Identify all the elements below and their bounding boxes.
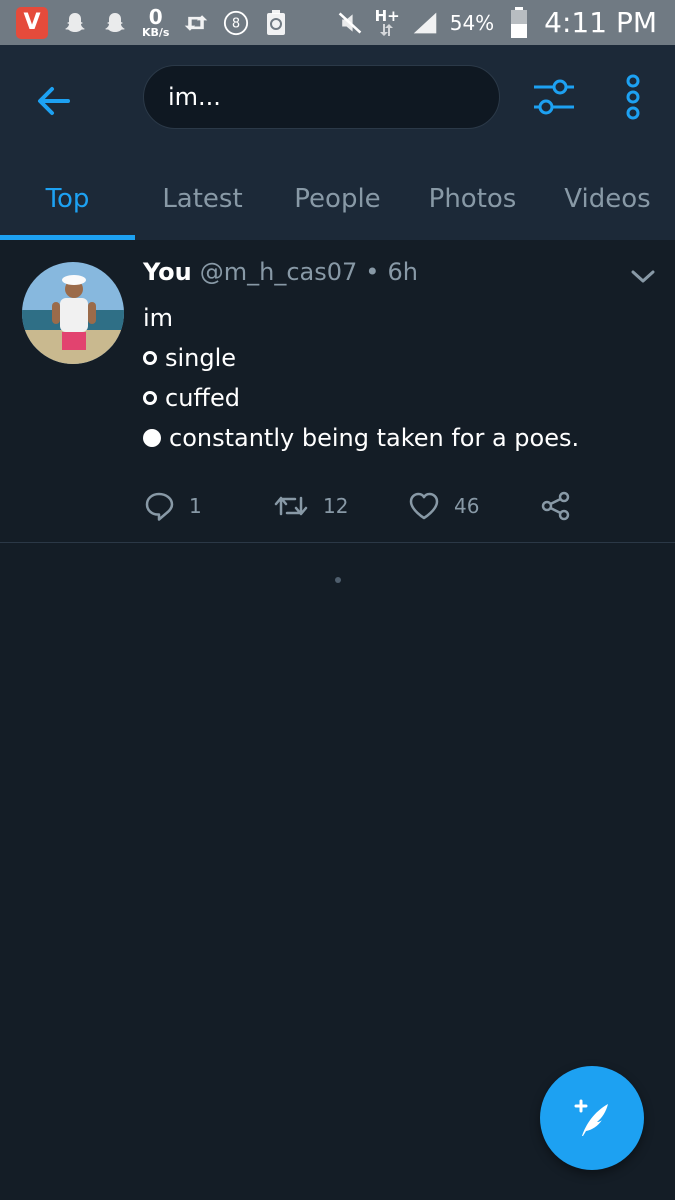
- retweet-button[interactable]: 12: [273, 490, 408, 522]
- recycle-battery-icon: [263, 9, 289, 36]
- search-header: im... Top Latest People Photos Videos: [0, 45, 675, 240]
- search-query: im...: [168, 83, 221, 111]
- search-tabs: Top Latest People Photos Videos: [0, 157, 675, 240]
- clock: 4:11 PM: [544, 6, 657, 39]
- retweet-icon: [274, 496, 308, 516]
- tweet-line-text: im: [143, 304, 174, 332]
- tweet-line-text: single: [165, 344, 237, 372]
- reply-count: 1: [189, 494, 202, 518]
- retweet-count: 12: [323, 494, 349, 518]
- tab-latest[interactable]: Latest: [135, 157, 270, 240]
- notification-count-icon: 8: [223, 10, 249, 36]
- empty-circle-icon: [143, 351, 157, 365]
- tweet-option-line: constantly being taken for a poes.: [143, 418, 579, 458]
- tab-videos[interactable]: Videos: [540, 157, 675, 240]
- compose-tweet-button[interactable]: [540, 1066, 644, 1170]
- tweet-separator: •: [365, 258, 380, 286]
- tab-people[interactable]: People: [270, 157, 405, 240]
- net-speed-value: 0: [148, 5, 163, 29]
- chevron-down-icon: [631, 270, 655, 283]
- search-filter-button[interactable]: [528, 73, 580, 121]
- snapchat-icon: [62, 10, 88, 36]
- tweet-author-name[interactable]: You: [143, 258, 192, 286]
- loading-indicator: [335, 577, 341, 583]
- share-icon: [541, 491, 570, 521]
- status-bar: V 0 KB/s 8 H+ 54% 4:11 PM: [0, 0, 675, 45]
- tweet-author-handle[interactable]: @m_h_cas07: [200, 258, 358, 286]
- tweet[interactable]: You @m_h_cas07 • 6h im single cuffed con…: [0, 240, 675, 543]
- reply-icon: [145, 492, 174, 521]
- sliders-icon: [534, 79, 574, 115]
- tweet-timestamp: 6h: [387, 258, 418, 286]
- tweet-line-text: constantly being taken for a poes.: [169, 424, 580, 452]
- filled-circle-icon: [143, 429, 161, 447]
- retweet-notification-icon: [183, 10, 209, 36]
- net-speed-unit: KB/s: [142, 26, 170, 39]
- battery-icon: [506, 6, 532, 38]
- more-options-button[interactable]: [616, 73, 650, 121]
- tab-top[interactable]: Top: [0, 157, 135, 240]
- avatar[interactable]: [22, 262, 124, 364]
- like-button[interactable]: 46: [408, 491, 540, 521]
- tweet-text: im single cuffed constantly being taken …: [143, 298, 579, 458]
- signal-icon: [412, 10, 438, 36]
- reply-button[interactable]: 1: [143, 490, 273, 522]
- empty-circle-icon: [143, 391, 157, 405]
- svg-text:8: 8: [232, 16, 240, 31]
- back-button[interactable]: [32, 79, 76, 123]
- arrow-left-icon: [38, 87, 70, 115]
- heart-icon: [409, 492, 439, 520]
- network-type-label: H+: [374, 7, 400, 25]
- tweet-header: You @m_h_cas07 • 6h: [143, 258, 418, 286]
- network-type: H+: [375, 9, 400, 36]
- app-badge-label: V: [23, 10, 41, 35]
- tweet-option-line: single: [143, 338, 579, 378]
- compose-tweet-icon: [574, 1099, 608, 1136]
- vid-app-icon: V: [16, 6, 48, 39]
- more-vertical-icon: [626, 74, 640, 120]
- mute-icon: [337, 10, 363, 36]
- tweet-actions: 1 12 46: [143, 486, 572, 526]
- share-button[interactable]: [540, 490, 572, 522]
- tweet-menu-button[interactable]: [628, 264, 658, 288]
- tweet-option-line: cuffed: [143, 378, 579, 418]
- battery-percent: 54%: [449, 10, 495, 35]
- like-count: 46: [454, 494, 480, 518]
- tab-photos[interactable]: Photos: [405, 157, 540, 240]
- tweet-line-text: cuffed: [165, 384, 240, 412]
- snapchat-icon-2: [102, 10, 128, 36]
- network-speed: 0 KB/s: [142, 7, 169, 38]
- search-input[interactable]: im...: [143, 65, 500, 129]
- tweet-line: im: [143, 298, 579, 338]
